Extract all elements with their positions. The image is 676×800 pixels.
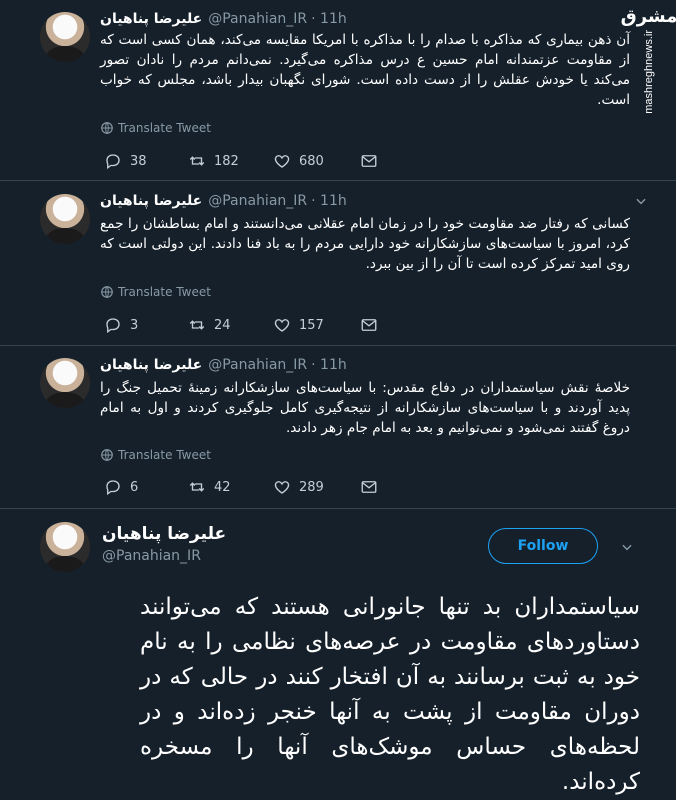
like-count: 680	[299, 153, 324, 169]
watermark: مشرق mashreghnews.ir	[621, 8, 676, 128]
message-icon	[361, 319, 377, 331]
retweet-button[interactable]: 182	[188, 152, 239, 170]
divider	[0, 180, 676, 181]
avatar[interactable]	[40, 358, 90, 408]
tweet-header: علیرضا پناهیان @Panahian_IR · 11h	[100, 190, 347, 212]
watermark-logo: مشرق	[620, 6, 676, 27]
divider	[0, 345, 676, 346]
retweet-button[interactable]: 24	[188, 316, 231, 334]
tweet-text: کسانی که رفتار ضد مقاومت خود را در زمان …	[100, 216, 630, 272]
like-icon	[274, 155, 290, 168]
globe-icon	[101, 449, 113, 461]
chevron-down-icon[interactable]	[620, 540, 634, 554]
like-count: 289	[299, 479, 324, 495]
translate-label: Translate Tweet	[118, 121, 211, 135]
tweet-actions: 38 182 680	[100, 152, 400, 172]
tweet-time[interactable]: · 11h	[311, 193, 347, 209]
reply-button[interactable]: 6	[104, 478, 138, 496]
retweet-count: 42	[214, 479, 231, 495]
like-icon	[274, 319, 290, 332]
reply-button[interactable]: 38	[104, 152, 147, 170]
translate-tweet-link[interactable]: Translate Tweet	[100, 285, 211, 299]
translate-label: Translate Tweet	[118, 285, 211, 299]
author-name[interactable]: علیرضا پناهیان	[100, 11, 202, 27]
globe-icon	[101, 286, 113, 298]
translate-label: Translate Tweet	[118, 448, 211, 462]
tweet-2[interactable]: علیرضا پناهیان @Panahian_IR · 11h کسانی …	[0, 190, 676, 340]
tweet-3[interactable]: علیرضا پناهیان @Panahian_IR · 11h خلاصهٔ…	[0, 354, 676, 504]
retweet-button[interactable]: 42	[188, 478, 231, 496]
avatar[interactable]	[40, 194, 90, 244]
retweet-icon	[189, 482, 205, 492]
expanded-tweet-text: سیاستمداران بد تنها جانورانی هستند که می…	[140, 594, 640, 795]
like-count: 157	[299, 317, 324, 333]
author-name[interactable]: علیرضا پناهیان	[100, 357, 202, 373]
tweet-time[interactable]: · 11h	[311, 357, 347, 373]
reply-icon	[106, 318, 120, 334]
reply-icon	[106, 154, 120, 170]
reply-count: 3	[130, 317, 139, 333]
tweet-header: علیرضا پناهیان @Panahian_IR · 11h	[100, 8, 347, 30]
chevron-down-icon[interactable]	[634, 194, 648, 208]
expanded-author-name[interactable]: علیرضا پناهیان	[102, 524, 226, 544]
translate-tweet-link[interactable]: Translate Tweet	[100, 121, 211, 135]
message-icon	[361, 481, 377, 493]
author-handle[interactable]: @Panahian_IR	[208, 193, 307, 209]
retweet-icon	[189, 320, 205, 330]
expanded-author-handle[interactable]: @Panahian_IR	[102, 548, 201, 564]
tweet-actions: 6 42 289	[100, 478, 400, 498]
avatar[interactable]	[40, 12, 90, 62]
like-button[interactable]: 289	[273, 478, 324, 496]
reply-icon	[106, 480, 120, 496]
like-button[interactable]: 680	[273, 152, 324, 170]
tweet-1[interactable]: علیرضا پناهیان @Panahian_IR · 11h آن ذهن…	[0, 8, 676, 178]
expanded-avatar[interactable]	[40, 522, 90, 572]
like-icon	[274, 481, 290, 494]
message-icon	[361, 155, 377, 167]
like-button[interactable]: 157	[273, 316, 324, 334]
divider	[0, 508, 676, 509]
direct-message-button[interactable]	[360, 152, 378, 170]
watermark-url: mashreghnews.ir	[643, 30, 655, 114]
retweet-count: 182	[214, 153, 239, 169]
direct-message-button[interactable]	[360, 316, 378, 334]
retweet-icon	[189, 156, 205, 166]
reply-button[interactable]: 3	[104, 316, 138, 334]
tweet-header: علیرضا پناهیان @Panahian_IR · 11h	[100, 354, 347, 376]
author-handle[interactable]: @Panahian_IR	[208, 11, 307, 27]
tweet-time[interactable]: · 11h	[311, 11, 347, 27]
follow-button[interactable]: Follow	[488, 528, 598, 564]
globe-icon	[101, 122, 113, 134]
tweet-actions: 3 24 157	[100, 316, 400, 336]
tweet-text: خلاصهٔ نقش سیاستمداران در دفاع مقدس: با …	[100, 380, 630, 436]
tweet-text: آن ذهن بیماری که مذاکره با صدام را با مذ…	[100, 32, 630, 108]
reply-count: 6	[130, 479, 139, 495]
reply-count: 38	[130, 153, 147, 169]
author-handle[interactable]: @Panahian_IR	[208, 357, 307, 373]
retweet-count: 24	[214, 317, 231, 333]
direct-message-button[interactable]	[360, 478, 378, 496]
author-name[interactable]: علیرضا پناهیان	[100, 193, 202, 209]
translate-tweet-link[interactable]: Translate Tweet	[100, 448, 211, 462]
